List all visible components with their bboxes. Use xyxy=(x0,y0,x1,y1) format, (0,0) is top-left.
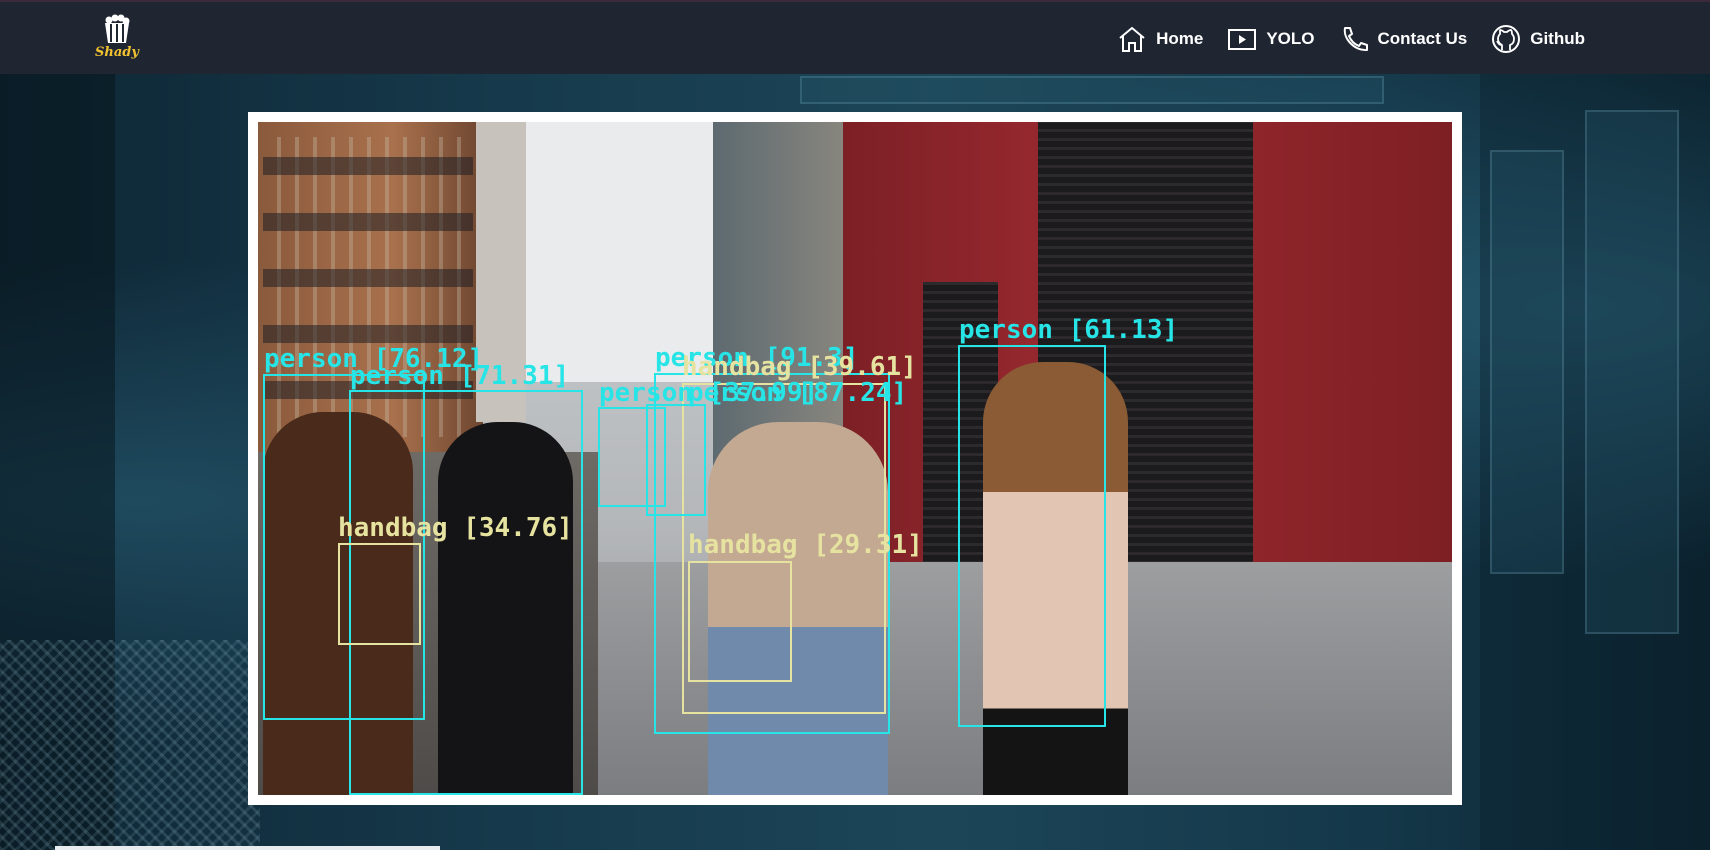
detection-box-handbag xyxy=(688,561,792,682)
phone-icon xyxy=(1343,27,1368,52)
nav-contact-label: Contact Us xyxy=(1377,29,1468,48)
detection-box-person xyxy=(646,404,706,516)
background-tablecloth xyxy=(0,640,260,850)
detection-label-handbag: handbag [39.61] xyxy=(682,352,917,382)
popcorn-icon xyxy=(105,14,130,43)
detection-label-person: person [87.24] xyxy=(688,378,908,408)
background-window xyxy=(800,76,1384,104)
nav-home-label: Home xyxy=(1156,29,1204,48)
navbar: Shady Home YOLO Contact Us Github xyxy=(0,0,1710,74)
nav-yolo-label: YOLO xyxy=(1266,29,1315,48)
logo[interactable]: Shady xyxy=(92,14,142,66)
background-window xyxy=(1490,150,1564,574)
detection-box-person xyxy=(958,345,1106,727)
github-icon xyxy=(1492,25,1521,53)
detection-video[interactable]: person [76.12] person [71.31] person [91… xyxy=(258,122,1452,795)
nav-yolo[interactable]: YOLO xyxy=(1227,27,1315,51)
main-nav: Home YOLO Contact Us Github xyxy=(1093,2,1585,76)
bottom-highlight xyxy=(55,846,440,850)
play-icon xyxy=(1228,29,1257,50)
detection-label-handbag: handbag [34.76] xyxy=(338,513,573,543)
nav-github[interactable]: Github xyxy=(1491,24,1585,54)
nav-contact[interactable]: Contact Us xyxy=(1339,25,1468,53)
detection-label-handbag: handbag [29.31] xyxy=(688,530,923,560)
detection-frame: person [76.12] person [71.31] person [91… xyxy=(248,112,1462,805)
logo-text: Shady xyxy=(95,45,139,60)
home-icon xyxy=(1119,26,1145,52)
detection-label-person: person [61.13] xyxy=(959,315,1179,345)
detection-box-handbag xyxy=(338,543,421,645)
background-window xyxy=(1585,110,1679,634)
nav-home[interactable]: Home xyxy=(1117,25,1203,53)
nav-github-label: Github xyxy=(1530,29,1585,48)
detection-label-person: person [71.31] xyxy=(350,361,570,391)
